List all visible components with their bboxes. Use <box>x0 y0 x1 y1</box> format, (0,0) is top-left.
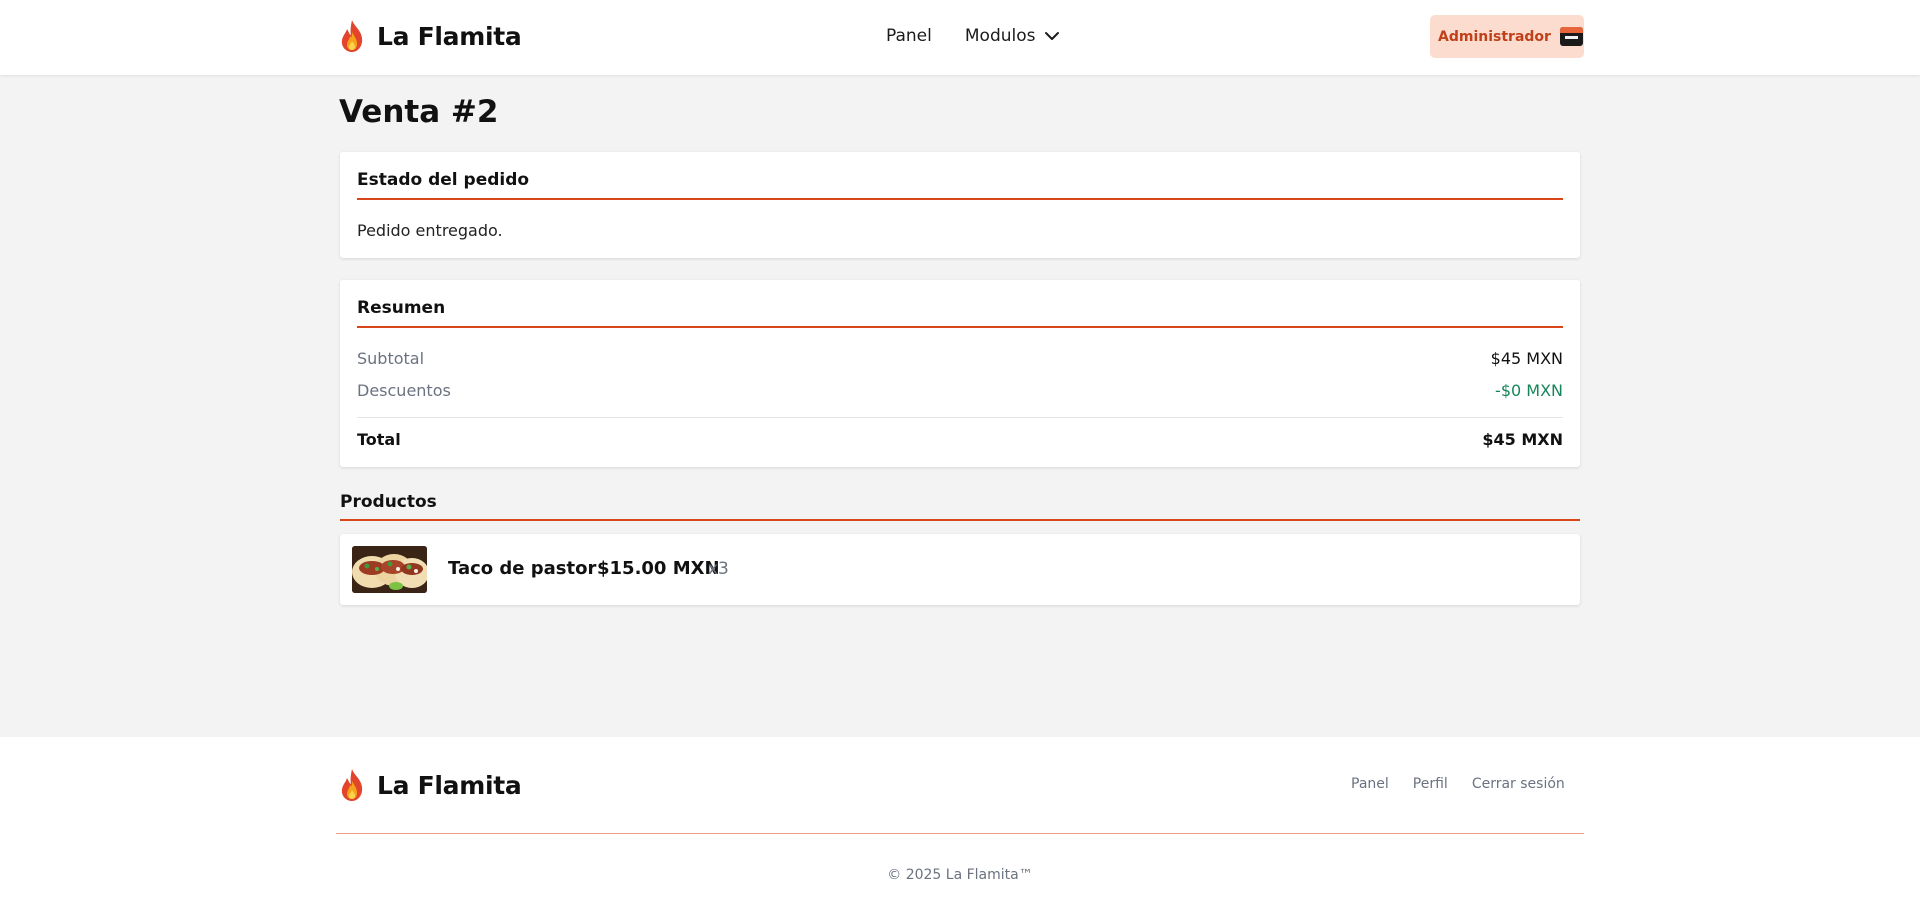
discount-value: -$0 MXN <box>1495 381 1563 400</box>
footer-perfil-link[interactable]: Perfil <box>1413 776 1448 792</box>
total-value: $45 MXN <box>1482 430 1563 449</box>
order-status-card: Estado del pedido Pedido entregado. <box>340 152 1580 258</box>
nav-modulos-dropdown[interactable]: Modulos <box>965 26 1060 46</box>
product-name: Taco de pastor <box>448 558 597 579</box>
user-menu-button[interactable]: Administrador <box>1430 15 1584 58</box>
product-quantity: x3 <box>708 559 729 579</box>
section-divider <box>357 198 1563 200</box>
section-divider <box>357 326 1563 328</box>
subtotal-value: $45 MXN <box>1490 349 1563 368</box>
avatar <box>1559 27 1583 46</box>
order-status-title: Estado del pedido <box>357 170 530 190</box>
taco-image <box>352 546 427 593</box>
total-label: Total <box>357 430 401 449</box>
user-role-label: Administrador <box>1438 28 1551 45</box>
brand-name: La Flamita <box>377 21 522 51</box>
flame-icon <box>341 20 363 52</box>
summary-separator <box>357 417 1563 418</box>
products-title: Productos <box>340 492 437 512</box>
footer-nav: Panel Perfil Cerrar sesión <box>1351 776 1565 792</box>
discount-label: Descuentos <box>357 381 451 400</box>
list-item: Taco de pastor $15.00 MXN x3 <box>340 534 1580 605</box>
nav-modulos-label: Modulos <box>964 26 1036 46</box>
footer-panel-link[interactable]: Panel <box>1351 776 1389 792</box>
page-footer: La Flamita Panel Perfil Cerrar sesión © … <box>0 737 1920 916</box>
nav-panel-link[interactable]: Panel <box>886 26 932 46</box>
subtotal-label: Subtotal <box>357 349 425 368</box>
footer-brand-link[interactable]: La Flamita <box>339 768 522 802</box>
section-divider <box>340 519 1580 521</box>
order-status-text: Pedido entregado. <box>357 221 503 240</box>
summary-title: Resumen <box>357 298 446 318</box>
main-nav: Panel Modulos <box>886 26 1060 46</box>
page-title: Venta #2 <box>339 94 499 130</box>
order-summary-card: Resumen Subtotal $45 MXN Descuentos -$0 … <box>340 280 1580 467</box>
top-navbar: La Flamita Panel Modulos Administrador <box>0 0 1920 75</box>
flame-icon <box>341 769 363 801</box>
product-price: $15.00 MXN <box>597 558 720 579</box>
copyright-text: © 2025 La Flamita™ <box>887 867 1033 883</box>
chevron-down-icon <box>1044 32 1059 40</box>
brand-logo-link[interactable]: La Flamita <box>339 19 522 53</box>
footer-logout-link[interactable]: Cerrar sesión <box>1472 776 1565 792</box>
footer-divider <box>336 833 1584 834</box>
footer-brand-name: La Flamita <box>377 770 522 800</box>
